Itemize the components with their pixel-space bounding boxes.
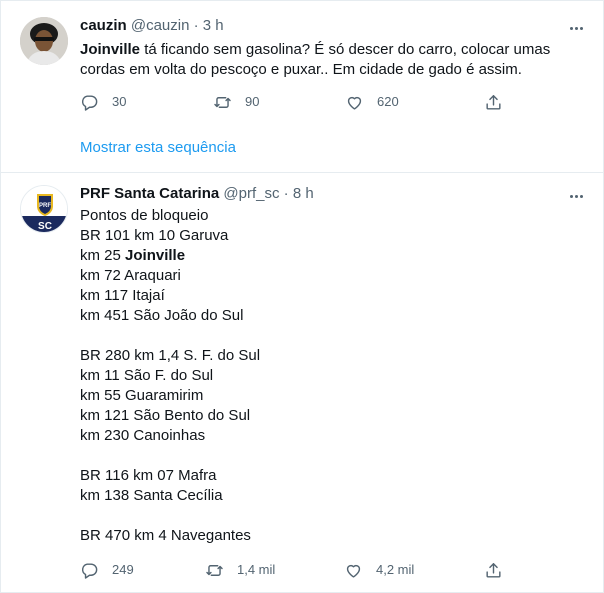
reply-count: 30 (112, 94, 127, 109)
retweet-count: 90 (245, 94, 260, 109)
text-line: km 230 Canoinhas (80, 427, 206, 444)
like-count: 4,2 mil (376, 562, 415, 577)
text-line: km 451 São João do Sul (80, 307, 244, 324)
author-name[interactable]: cauzin (80, 17, 127, 34)
reply-button[interactable]: 30 (80, 92, 126, 112)
text-line: km 138 Santa Cecília (80, 487, 223, 504)
share-icon (486, 562, 501, 578)
separator-dot: · (283, 185, 289, 202)
more-options-icon[interactable] (565, 18, 587, 38)
tweet-cauzin[interactable]: cauzin @cauzin · 3 h Joinville tá ficand… (0, 0, 604, 172)
share-button[interactable] (484, 560, 503, 580)
retweet-icon (214, 96, 231, 108)
action-bar: 249 1,4 mil 4,2 mil (80, 560, 510, 580)
tweet-text: Pontos de bloqueio BR 101 km 10 Garuva k… (80, 206, 590, 546)
sc-logo-text: SC (38, 221, 52, 232)
avatar-photo (20, 17, 68, 65)
text-line: BR 280 km 1,4 S. F. do Sul (80, 347, 261, 364)
heart-icon (347, 96, 362, 110)
like-button[interactable]: 4,2 mil (344, 560, 414, 580)
prf-logo-text: PRF (39, 203, 51, 209)
text-line: Pontos de bloqueio (80, 207, 209, 224)
text-line: km 55 Guaramirim (80, 387, 204, 404)
tweet-text: Joinville tá ficando sem gasolina? É só … (80, 40, 590, 80)
author-handle[interactable]: @prf_sc (223, 185, 279, 202)
text-line: km 25 (80, 247, 126, 264)
heart-icon (346, 564, 361, 578)
retweet-button[interactable]: 1,4 mil (205, 560, 275, 580)
text-line: km 72 Araquari (80, 267, 181, 284)
separator-dot: · (193, 17, 199, 34)
avatar[interactable]: PRF SC (20, 185, 68, 233)
like-count: 620 (377, 94, 399, 109)
hashtag-joinville: Joinville (125, 247, 186, 264)
tweet-header: PRF Santa Catarina @prf_sc · 8 h (80, 184, 314, 204)
share-icon (486, 94, 501, 110)
timestamp[interactable]: 8 h (293, 185, 314, 202)
text-line: BR 101 km 10 Garuva (80, 227, 229, 244)
timestamp[interactable]: 3 h (203, 17, 224, 34)
author-handle[interactable]: @cauzin (131, 17, 190, 34)
reply-icon (81, 94, 98, 111)
retweet-icon (206, 564, 223, 576)
reply-button[interactable]: 249 (80, 560, 134, 580)
author-name[interactable]: PRF Santa Catarina (80, 185, 219, 202)
share-button[interactable] (484, 92, 503, 112)
tweet-text-line2: cordas em volta do pescoço e puxar.. Em … (80, 61, 522, 78)
show-thread-link[interactable]: Mostrar esta sequência (80, 138, 236, 158)
reply-icon (81, 562, 98, 579)
text-line: km 121 São Bento do Sul (80, 407, 251, 424)
text-line: km 117 Itajaí (80, 287, 165, 304)
like-button[interactable]: 620 (345, 92, 399, 112)
tweet-header: cauzin @cauzin · 3 h (80, 16, 224, 36)
retweet-button[interactable]: 90 (213, 92, 259, 112)
tweet-prf-sc[interactable]: PRF SC PRF Santa Catarina @prf_sc · 8 h … (0, 173, 604, 591)
text-line: BR 470 km 4 Navegantes (80, 527, 251, 544)
action-bar: 30 90 620 (80, 92, 510, 112)
tweet-text-line1: tá ficando sem gasolina? É só descer do … (140, 41, 551, 58)
avatar[interactable] (20, 17, 68, 65)
prf-logo: PRF SC (21, 186, 67, 232)
text-line: km 11 São F. do Sul (80, 367, 214, 384)
text-line: BR 116 km 07 Mafra (80, 467, 217, 484)
reply-count: 249 (112, 562, 134, 577)
retweet-count: 1,4 mil (237, 562, 276, 577)
more-options-icon[interactable] (565, 186, 587, 206)
hashtag-joinville: Joinville (80, 41, 141, 58)
